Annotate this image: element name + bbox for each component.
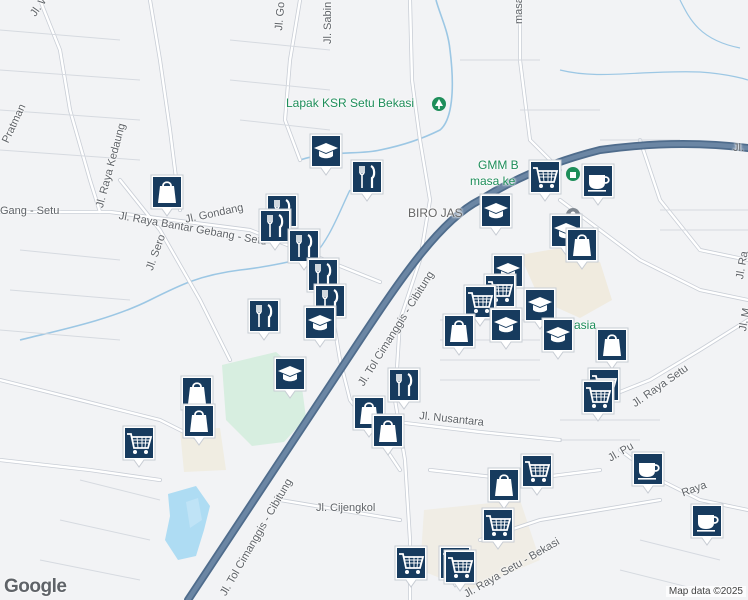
- cafe-pin[interactable]: [630, 450, 666, 494]
- street-label: Gang - Setu: [0, 205, 60, 217]
- cart-icon: [125, 428, 153, 458]
- school-icon: [312, 136, 340, 166]
- school-icon: [306, 308, 334, 338]
- school-pin[interactable]: [308, 132, 344, 176]
- shop-marker-icon[interactable]: [566, 167, 580, 181]
- google-logo: Google: [4, 576, 67, 597]
- shopping-bag-pin[interactable]: [370, 412, 406, 456]
- shopping-bag-icon: [490, 470, 518, 500]
- cart-pin[interactable]: [527, 158, 563, 202]
- shopping-bag-icon: [374, 416, 402, 446]
- shopping-bag-icon: [153, 177, 181, 207]
- school-pin[interactable]: [272, 355, 308, 399]
- shopping-bag-pin[interactable]: [486, 466, 522, 510]
- school-icon: [276, 359, 304, 389]
- cart-icon: [446, 552, 474, 582]
- restaurant-icon: [390, 370, 418, 400]
- school-pin[interactable]: [488, 306, 524, 350]
- place-label-gmm-sub[interactable]: masa ke: [470, 174, 515, 188]
- cart-icon: [484, 510, 512, 540]
- map-data-attribution: Map data ©2025: [665, 586, 746, 597]
- cart-icon: [531, 162, 559, 192]
- street-label: Jl.: [733, 142, 744, 154]
- school-pin[interactable]: [302, 304, 338, 348]
- cart-icon: [523, 456, 551, 486]
- cart-pin[interactable]: [519, 452, 555, 496]
- cafe-pin[interactable]: [689, 502, 725, 546]
- cart-pin[interactable]: [442, 548, 478, 592]
- school-pin[interactable]: [540, 316, 576, 360]
- place-label-biro[interactable]: BIRO JAS: [408, 206, 463, 220]
- shopping-bag-icon: [445, 316, 473, 346]
- place-label-gmm[interactable]: GMM B: [478, 158, 519, 172]
- shopping-bag-pin[interactable]: [594, 326, 630, 370]
- shopping-bag-pin[interactable]: [181, 402, 217, 446]
- cart-pin[interactable]: [121, 424, 157, 468]
- street-label: Jl. Sabin: [322, 1, 334, 44]
- park-icon[interactable]: [432, 97, 446, 111]
- restaurant-icon: [261, 211, 289, 241]
- cafe-icon: [634, 454, 662, 484]
- cart-pin[interactable]: [393, 544, 429, 588]
- restaurant-icon: [250, 301, 278, 331]
- shopping-bag-icon: [185, 406, 213, 436]
- cafe-icon: [584, 166, 612, 196]
- cart-pin[interactable]: [580, 378, 616, 422]
- cafe-pin[interactable]: [580, 162, 616, 206]
- place-label-lapak[interactable]: Lapak KSR Setu Bekasi: [286, 96, 414, 110]
- restaurant-pin[interactable]: [386, 366, 422, 410]
- restaurant-pin[interactable]: [349, 158, 385, 202]
- place-label-asia[interactable]: asia: [574, 318, 596, 332]
- cart-pin[interactable]: [480, 506, 516, 550]
- cafe-icon: [693, 506, 721, 536]
- street-label: masa: [513, 0, 525, 24]
- school-icon: [482, 196, 510, 226]
- school-pin[interactable]: [478, 192, 514, 236]
- shopping-bag-pin[interactable]: [149, 173, 185, 217]
- restaurant-icon: [353, 162, 381, 192]
- restaurant-pin[interactable]: [246, 297, 282, 341]
- shopping-bag-pin[interactable]: [441, 312, 477, 356]
- street-label: Jl. Go: [273, 1, 288, 32]
- street-label: Jl. Cijengkol: [316, 502, 376, 514]
- school-icon: [492, 310, 520, 340]
- shopping-bag-pin[interactable]: [564, 226, 600, 270]
- cart-icon: [584, 382, 612, 412]
- shopping-bag-icon: [568, 230, 596, 260]
- cart-icon: [397, 548, 425, 578]
- shopping-bag-icon: [598, 330, 626, 360]
- school-icon: [544, 320, 572, 350]
